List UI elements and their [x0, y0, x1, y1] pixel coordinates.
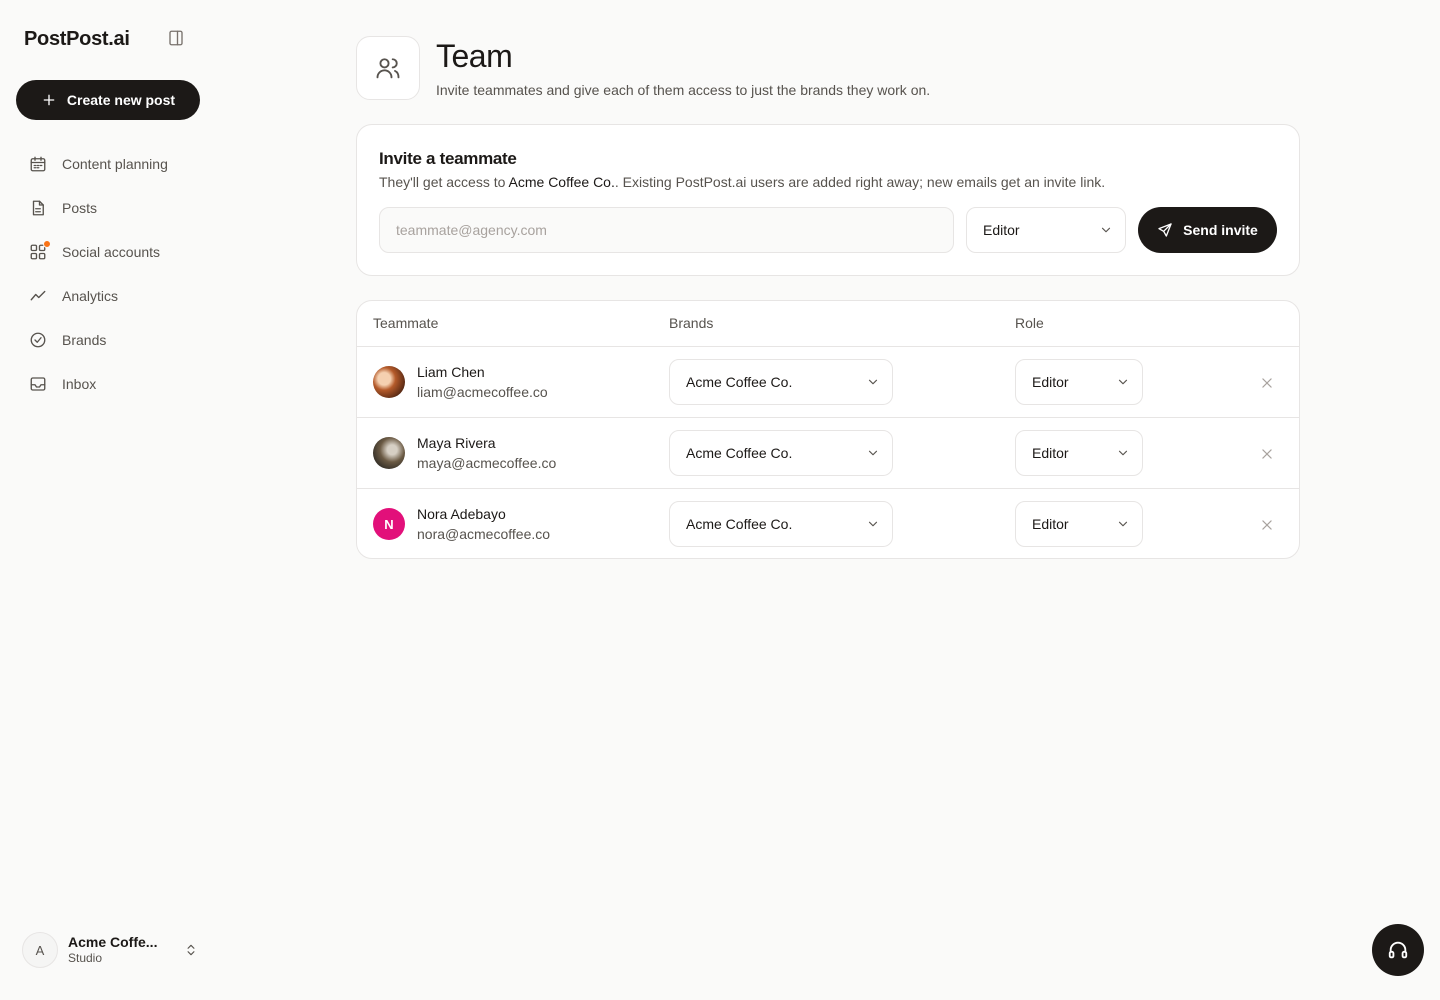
invite-email-input[interactable]	[379, 207, 954, 253]
support-button[interactable]	[1372, 924, 1424, 976]
users-icon	[376, 58, 400, 79]
member-name: Nora Adebayo	[417, 506, 506, 522]
chevron-down-icon	[1101, 227, 1111, 233]
invite-role-value: Editor	[983, 222, 1020, 238]
sidebar-item-label: Content planning	[62, 156, 168, 172]
sidebar-item-label: Social accounts	[62, 244, 161, 260]
grid-icon	[28, 240, 51, 262]
page-subtitle: Invite teammates and give each of them a…	[436, 82, 931, 98]
chevron-down-icon	[868, 379, 878, 385]
chevron-down-icon	[1118, 379, 1128, 385]
trend-icon	[28, 286, 48, 306]
close-icon	[1262, 449, 1272, 459]
brand-select-value: Acme Coffee Co.	[686, 516, 793, 532]
sidebar-item-brands[interactable]: Brands	[16, 318, 200, 362]
chevron-down-icon	[1118, 521, 1128, 527]
plus-icon	[43, 94, 55, 106]
role-select-value: Editor	[1032, 374, 1069, 390]
column-header-role: Role	[1015, 315, 1044, 331]
role-select-value: Editor	[1032, 516, 1069, 532]
sidebar-item-label: Brands	[62, 332, 107, 348]
table-row: N Nora Adebayo nora@acmecoffee.co Acme C…	[357, 489, 1299, 558]
workspace-name: Acme Coffe...	[68, 934, 158, 951]
member-email: nora@acmecoffee.co	[417, 526, 551, 542]
chevron-down-icon	[868, 450, 878, 456]
invite-card: Invite a teammate They'll get access to …	[356, 124, 1300, 276]
workspace-plan: Studio	[68, 951, 103, 966]
badge-check-icon	[28, 330, 48, 350]
close-icon	[1262, 520, 1272, 530]
send-icon	[1158, 223, 1172, 237]
calendar-icon	[28, 154, 48, 174]
remove-member-button[interactable]	[1257, 373, 1277, 393]
sidebar: PostPost.ai Create new post Content plan…	[0, 0, 216, 1000]
workspace-info: Acme Coffe... Studio	[68, 934, 174, 965]
column-header-teammate: Teammate	[373, 315, 439, 331]
invite-desc-suffix: . Existing PostPost.ai users are added r…	[614, 174, 1106, 190]
remove-member-button[interactable]	[1257, 515, 1277, 535]
sidebar-toggle-button[interactable]	[166, 28, 186, 48]
role-select-value: Editor	[1032, 445, 1069, 461]
invite-description: They'll get access to Acme Coffee Co.. E…	[379, 174, 1105, 190]
sidebar-nav: Content planning Posts Social accounts A…	[16, 142, 200, 406]
avatar	[373, 366, 405, 398]
brand-select[interactable]: Acme Coffee Co.	[669, 430, 893, 476]
send-invite-button[interactable]: Send invite	[1138, 207, 1277, 253]
document-icon	[28, 198, 48, 218]
role-select[interactable]: Editor	[1015, 430, 1143, 476]
invite-desc-prefix: They'll get access to	[379, 174, 509, 190]
table-row: Liam Chen liam@acmecoffee.co Acme Coffee…	[357, 347, 1299, 418]
brand-select[interactable]: Acme Coffee Co.	[669, 501, 893, 547]
member-email: maya@acmecoffee.co	[417, 455, 557, 471]
workspace-switcher[interactable]: A Acme Coffe... Studio	[22, 930, 198, 970]
brand-select-value: Acme Coffee Co.	[686, 374, 793, 390]
column-header-brands: Brands	[669, 315, 714, 331]
create-new-post-button[interactable]: Create new post	[16, 80, 200, 120]
create-new-post-label: Create new post	[66, 92, 176, 108]
sidebar-panel-icon	[169, 30, 183, 46]
invite-desc-brand: Acme Coffee Co.	[508, 174, 615, 190]
sidebar-item-content-planning[interactable]: Content planning	[16, 142, 200, 186]
member-name: Liam Chen	[417, 364, 485, 380]
workspace-avatar: A	[22, 932, 58, 968]
page-title: Team	[436, 38, 513, 74]
table-row: Maya Rivera maya@acmecoffee.co Acme Coff…	[357, 418, 1299, 489]
role-select[interactable]: Editor	[1015, 359, 1143, 405]
sidebar-item-analytics[interactable]: Analytics	[16, 274, 200, 318]
avatar: N	[373, 508, 405, 540]
app-logo[interactable]: PostPost.ai	[24, 28, 130, 51]
remove-member-button[interactable]	[1257, 444, 1277, 464]
brand-select-value: Acme Coffee Co.	[686, 445, 793, 461]
chevron-down-icon	[1118, 450, 1128, 456]
sidebar-item-social-accounts[interactable]: Social accounts	[16, 230, 200, 274]
member-name: Maya Rivera	[417, 435, 496, 451]
chevron-down-icon	[868, 521, 878, 527]
team-header-icon	[356, 36, 420, 100]
member-email: liam@acmecoffee.co	[417, 384, 548, 400]
sidebar-item-label: Inbox	[62, 376, 97, 392]
sidebar-item-posts[interactable]: Posts	[16, 186, 200, 230]
avatar	[373, 437, 405, 469]
chevron-up-down-icon	[187, 944, 195, 956]
inbox-icon	[28, 374, 48, 394]
notification-dot	[43, 240, 51, 248]
sidebar-item-label: Analytics	[62, 288, 119, 304]
sidebar-item-inbox[interactable]: Inbox	[16, 362, 200, 406]
brand-select[interactable]: Acme Coffee Co.	[669, 359, 893, 405]
send-invite-label: Send invite	[1183, 222, 1258, 238]
role-select[interactable]: Editor	[1015, 501, 1143, 547]
invite-title: Invite a teammate	[379, 149, 517, 168]
invite-role-select[interactable]: Editor	[966, 207, 1126, 253]
close-icon	[1262, 378, 1272, 388]
headset-icon	[1388, 941, 1408, 959]
team-table: Teammate Brands Role Liam Chen liam@acme…	[356, 300, 1300, 559]
sidebar-item-label: Posts	[62, 200, 98, 216]
